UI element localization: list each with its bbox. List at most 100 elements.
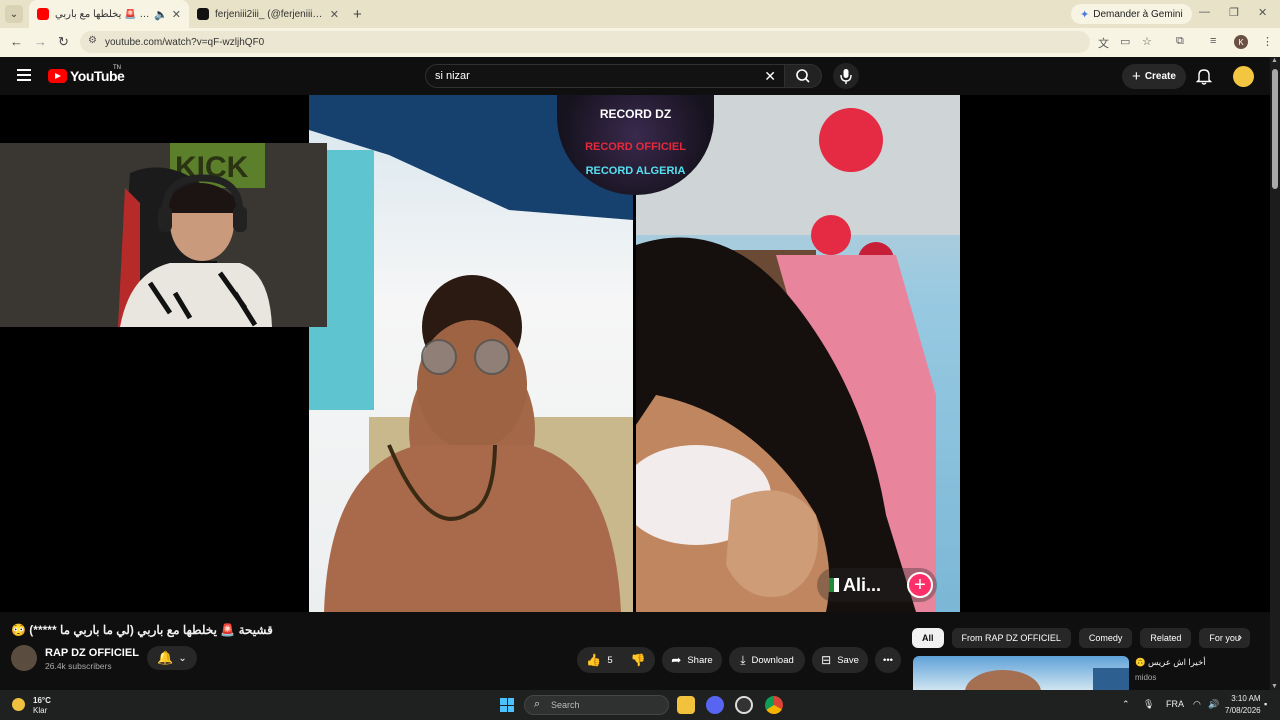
menu-dots-icon[interactable]: ⋮ bbox=[1262, 35, 1273, 48]
new-tab-button[interactable]: + bbox=[353, 6, 362, 23]
weather-desc: Klar bbox=[33, 706, 48, 715]
chip-related[interactable]: Related bbox=[1140, 628, 1192, 648]
tray-chevron-up-icon[interactable]: ⌃ bbox=[1122, 699, 1130, 710]
chevron-right-icon[interactable]: › bbox=[1238, 630, 1242, 644]
taskbar-clock[interactable]: 3:10 AM 7/08/2026 bbox=[1225, 694, 1261, 715]
file-explorer-icon[interactable] bbox=[677, 696, 695, 714]
share-button[interactable]: ➦ Share bbox=[662, 647, 722, 673]
reading-list-icon[interactable]: ≡ bbox=[1210, 35, 1216, 47]
discord-icon[interactable] bbox=[706, 696, 724, 714]
search-button[interactable] bbox=[784, 64, 822, 88]
window-close-icon[interactable]: ✕ bbox=[1258, 6, 1267, 19]
bell-icon: 🔔 bbox=[157, 650, 174, 665]
address-bar[interactable]: ⚙ youtube.com/watch?v=qF-wzljhQF0 bbox=[80, 31, 1090, 53]
minimize-icon[interactable]: — bbox=[1199, 6, 1210, 18]
youtube-favicon-icon bbox=[37, 8, 49, 20]
save-label: Save bbox=[837, 654, 859, 666]
taskbar-search[interactable]: ⌕ Search bbox=[524, 695, 669, 715]
tab-close-icon[interactable]: ✕ bbox=[172, 8, 181, 21]
forward-icon[interactable]: → bbox=[34, 34, 47, 49]
video-title: 😳 قشيحة 🚨 يخلطها مع باربي (لي ما باربي م… bbox=[11, 623, 273, 637]
subscriber-count: 26.4k subscribers bbox=[45, 661, 112, 671]
wifi-icon[interactable]: ◠ bbox=[1193, 699, 1201, 710]
channel-name[interactable]: RAP DZ OFFICIEL bbox=[45, 647, 139, 659]
reload-icon[interactable]: ↻ bbox=[58, 34, 69, 50]
obs-icon[interactable] bbox=[735, 696, 753, 714]
download-label: Download bbox=[751, 654, 794, 666]
tab-youtube[interactable]: قشيحة 🚨 يخلطها مع باربي ( 🔈 ✕ bbox=[29, 0, 189, 28]
youtube-play-icon bbox=[48, 69, 67, 83]
search-input[interactable]: si nizar ✕ bbox=[425, 64, 785, 88]
scroll-up-icon[interactable]: ▲ bbox=[1271, 57, 1278, 64]
chip-comedy[interactable]: Comedy bbox=[1078, 628, 1133, 648]
related-video-thumbnail[interactable] bbox=[913, 656, 1129, 690]
tray-microphone-icon[interactable]: 🎙 bbox=[1143, 699, 1154, 710]
account-avatar[interactable] bbox=[1233, 66, 1254, 87]
tab-close-icon[interactable]: ✕ bbox=[330, 8, 339, 21]
weather-temp: 16°C bbox=[33, 696, 51, 705]
related-video-title[interactable]: أخيرا اش عريس 🙃 bbox=[1135, 657, 1265, 668]
plus-icon: + bbox=[1132, 68, 1141, 85]
chip-all[interactable]: All bbox=[912, 628, 944, 648]
share-label: Share bbox=[687, 654, 713, 666]
like-count[interactable]: 5 bbox=[607, 655, 612, 666]
notifications-bell-icon[interactable] bbox=[1196, 68, 1212, 85]
tab-tiktok[interactable]: ferjeniii2iii_ (@ferjeniii2iii_offic… ✕ bbox=[189, 0, 347, 28]
browser-tab-bar: ⌄ قشيحة 🚨 يخلطها مع باربي ( 🔈 ✕ ferjenii… bbox=[0, 0, 1280, 28]
scroll-down-icon[interactable]: ▼ bbox=[1271, 683, 1278, 690]
algeria-flag-icon bbox=[829, 578, 839, 592]
thumbnail-image bbox=[965, 668, 1129, 690]
chip-for-you[interactable]: For you bbox=[1199, 628, 1250, 648]
create-label: Create bbox=[1144, 71, 1176, 82]
gemini-spark-icon: ✦ bbox=[1080, 8, 1090, 21]
volume-icon[interactable]: 🔊 bbox=[1208, 699, 1219, 710]
gemini-button[interactable]: ✦ Demander à Gemini bbox=[1071, 4, 1192, 24]
related-filter-chips: All From RAP DZ OFFICIEL Comedy Related … bbox=[912, 628, 1258, 648]
maximize-icon[interactable]: ❐ bbox=[1229, 6, 1239, 19]
save-button[interactable]: ⊟ Save bbox=[812, 647, 868, 673]
scrollbar-thumb[interactable] bbox=[1272, 69, 1278, 189]
tab-search-button[interactable]: ⌄ bbox=[5, 5, 23, 23]
tab-title: ferjeniii2iii_ (@ferjeniii2iii_offic… bbox=[215, 8, 326, 20]
cast-icon[interactable]: ▭ bbox=[1120, 35, 1130, 48]
page-scrollbar[interactable]: ▲ ▼ bbox=[1270, 57, 1280, 690]
hamburger-menu-icon[interactable] bbox=[17, 69, 31, 81]
windows-start-icon[interactable] bbox=[500, 698, 514, 712]
voice-search-button[interactable] bbox=[833, 63, 859, 89]
related-video-channel: midos bbox=[1135, 673, 1157, 682]
chrome-icon[interactable] bbox=[765, 696, 783, 714]
video-player[interactable]: KICK RECORD DZ RECORD OFFICIEL RECORD AL… bbox=[0, 95, 1270, 612]
follow-plus-icon: + bbox=[907, 572, 933, 598]
notification-center-icon[interactable]: ▪ bbox=[1264, 699, 1267, 709]
youtube-logo[interactable]: YouTube TN bbox=[48, 65, 125, 84]
notifications-dropdown-button[interactable]: 🔔 ⌄ bbox=[147, 646, 197, 670]
live-username-tag: Ali... + bbox=[817, 568, 937, 602]
tiktok-favicon-icon bbox=[197, 8, 209, 20]
taskbar-search-placeholder: Search bbox=[551, 700, 580, 710]
windows-taskbar: 16°C Klar ⌕ Search ⌃ 🎙 FRA ◠ 🔊 3:10 AM 7… bbox=[0, 690, 1280, 720]
create-button[interactable]: + Create bbox=[1122, 64, 1186, 89]
bookmark-star-icon[interactable]: ☆ bbox=[1142, 35, 1152, 48]
webcam-overlay: KICK bbox=[0, 143, 327, 327]
live-username: Ali... bbox=[843, 574, 882, 595]
download-icon: ⤓ bbox=[740, 652, 746, 667]
profile-avatar[interactable]: K bbox=[1234, 35, 1248, 49]
like-icon[interactable]: 👍 bbox=[586, 653, 601, 667]
language-indicator[interactable]: FRA bbox=[1166, 699, 1184, 709]
logo-line-2: RECORD OFFICIEL bbox=[585, 141, 686, 153]
url-text: youtube.com/watch?v=qF-wzljhQF0 bbox=[105, 36, 265, 48]
chip-from-channel[interactable]: From RAP DZ OFFICIEL bbox=[951, 628, 1071, 648]
back-icon[interactable]: ← bbox=[10, 34, 23, 49]
more-actions-button[interactable]: ••• bbox=[875, 647, 901, 673]
clear-search-icon[interactable]: ✕ bbox=[764, 68, 776, 85]
site-info-icon[interactable]: ⚙ bbox=[88, 35, 97, 46]
channel-avatar[interactable] bbox=[11, 645, 37, 671]
download-button[interactable]: ⤓ Download bbox=[729, 647, 805, 673]
tab-audio-icon[interactable]: 🔈 bbox=[154, 8, 168, 21]
translate-icon[interactable]: 文 bbox=[1098, 35, 1109, 51]
webcam-scene: KICK bbox=[0, 143, 327, 327]
logo-line-3: RECORD ALGERIA bbox=[585, 165, 686, 177]
extensions-icon[interactable]: ⧉ bbox=[1176, 35, 1184, 48]
dislike-icon[interactable]: 👎 bbox=[631, 653, 646, 667]
save-icon: ⊟ bbox=[821, 653, 832, 667]
